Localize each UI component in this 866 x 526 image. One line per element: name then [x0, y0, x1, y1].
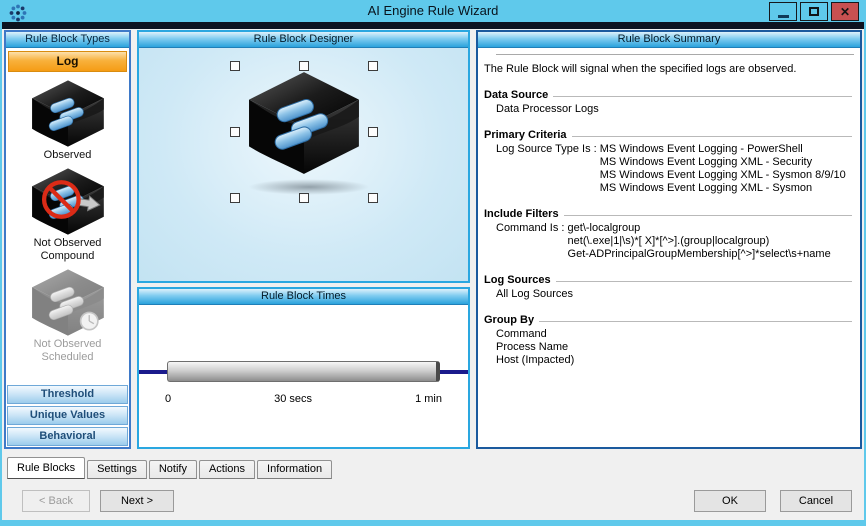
summary-intro: The Rule Block will signal when the spec…	[484, 63, 854, 76]
summary-divider	[496, 54, 854, 56]
section-title: Primary Criteria	[484, 129, 567, 142]
section-value: MS Windows Event Logging XML - Sysmon	[600, 182, 846, 195]
summary-section-data-source: Data Source Data Processor Logs	[484, 89, 854, 116]
section-value: Get-ADPrincipalGroupMembership[^>]*selec…	[568, 248, 831, 261]
section-label: Log Source Type Is :	[496, 143, 600, 195]
cube-shadow	[248, 179, 370, 195]
slider-range-bar[interactable]	[167, 361, 440, 382]
minimize-icon	[778, 15, 789, 18]
type-label: Observed	[12, 149, 124, 162]
section-value: get\-localgroup	[568, 222, 831, 235]
unique-values-button[interactable]: Unique Values	[7, 406, 128, 425]
ok-button[interactable]: OK	[694, 490, 766, 512]
section-value: Process Name	[496, 341, 574, 354]
tab-information[interactable]: Information	[257, 460, 332, 479]
designer-canvas[interactable]	[139, 48, 468, 281]
minimize-button[interactable]	[769, 2, 797, 21]
section-value: All Log Sources	[496, 288, 573, 301]
section-title: Group By	[484, 314, 534, 327]
resize-handle[interactable]	[368, 127, 378, 137]
resize-handle[interactable]	[230, 127, 240, 137]
type-label: Not Observed Scheduled	[12, 338, 124, 364]
section-value: Command	[496, 328, 574, 341]
section-title: Log Sources	[484, 274, 551, 287]
titlebar: AI Engine Rule Wizard ✕	[0, 0, 866, 22]
rule-block-cube-icon[interactable]	[243, 70, 365, 176]
section-value: MS Windows Event Logging - PowerShell	[600, 143, 846, 156]
wizard-tabs: Rule Blocks Settings Notify Actions Info…	[4, 456, 862, 479]
rule-block-summary-header: Rule Block Summary	[478, 32, 860, 48]
client-area: Rule Block Types Log Observed Not Observ…	[2, 29, 864, 520]
time-range-slider	[139, 361, 468, 382]
tab-settings[interactable]: Settings	[87, 460, 147, 479]
section-value: Host (Impacted)	[496, 354, 574, 367]
rule-block-designer-panel: Rule Block Designer	[137, 30, 470, 283]
rule-block-times-header: Rule Block Times	[139, 289, 468, 305]
tick-mid: 30 secs	[274, 393, 312, 405]
type-item-not-observed-compound[interactable]: Not Observed Compound	[6, 167, 129, 263]
summary-section-primary-criteria: Primary Criteria Log Source Type Is : MS…	[484, 129, 854, 195]
section-value: Data Processor Logs	[496, 103, 599, 116]
resize-handle[interactable]	[230, 193, 240, 203]
rule-block-summary-panel: Rule Block Summary The Rule Block will s…	[476, 30, 862, 449]
summary-section-log-sources: Log Sources All Log Sources	[484, 274, 854, 301]
button-bar: < Back Next > OK Cancel	[4, 490, 862, 512]
rule-block-types-header: Rule Block Types	[6, 32, 129, 48]
summary-section-include-filters: Include Filters Command Is : get\-localg…	[484, 208, 854, 261]
window-title: AI Engine Rule Wizard	[0, 3, 866, 18]
type-item-observed[interactable]: Observed	[6, 79, 129, 162]
behavioral-button[interactable]: Behavioral	[7, 427, 128, 446]
rule-block-designer-header: Rule Block Designer	[139, 32, 468, 48]
summary-section-group-by: Group By Command Process Name Host (Impa…	[484, 314, 854, 367]
section-value: net(\.exe|1|\s)*[ X]*[^>].(group|localgr…	[568, 235, 831, 248]
tab-actions[interactable]: Actions	[199, 460, 255, 479]
tab-notify[interactable]: Notify	[149, 460, 197, 479]
back-button: < Back	[22, 490, 90, 512]
close-icon: ✕	[840, 6, 850, 18]
resize-handle[interactable]	[368, 61, 378, 71]
rule-block-times-panel: Rule Block Times 0 30 secs 1 min	[137, 287, 470, 449]
ai-engine-rule-wizard-window: AI Engine Rule Wizard ✕ Rule Block Types…	[0, 0, 866, 526]
log-category-button[interactable]: Log	[8, 51, 127, 72]
slider-scale: 0 30 secs 1 min	[165, 393, 442, 405]
resize-handle[interactable]	[230, 61, 240, 71]
tab-rule-blocks[interactable]: Rule Blocks	[7, 457, 85, 479]
close-button[interactable]: ✕	[831, 2, 859, 21]
titlebar-separator	[2, 22, 864, 29]
next-button[interactable]: Next >	[100, 490, 174, 512]
type-label: Not Observed Compound	[12, 237, 124, 263]
section-title: Data Source	[484, 89, 548, 102]
section-label: Command Is :	[496, 222, 568, 261]
rule-block-types-panel: Rule Block Types Log Observed Not Observ…	[4, 30, 131, 449]
tick-end: 1 min	[415, 393, 442, 405]
maximize-button[interactable]	[800, 2, 828, 21]
maximize-icon	[809, 7, 819, 16]
section-title: Include Filters	[484, 208, 559, 221]
threshold-button[interactable]: Threshold	[7, 385, 128, 404]
section-value: MS Windows Event Logging XML - Security	[600, 156, 846, 169]
type-item-not-observed-scheduled: Not Observed Scheduled	[6, 268, 129, 364]
tick-start: 0	[165, 393, 171, 405]
selected-rule-block[interactable]	[230, 61, 378, 203]
section-value: MS Windows Event Logging XML - Sysmon 8/…	[600, 169, 846, 182]
not-observed-scheduled-icon	[28, 268, 108, 337]
not-observed-compound-icon	[28, 167, 108, 236]
observed-cube-icon	[28, 79, 108, 148]
cancel-button[interactable]: Cancel	[780, 490, 852, 512]
